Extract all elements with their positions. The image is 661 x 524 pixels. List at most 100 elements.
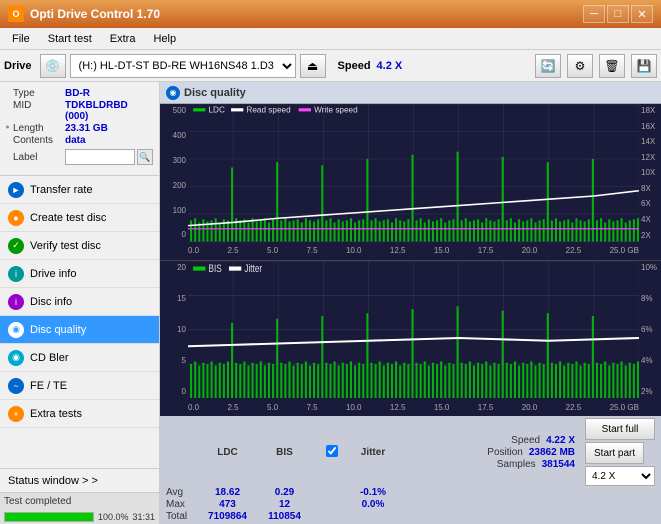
disc-quality-title: Disc quality xyxy=(184,87,246,99)
sidebar-item-create-test-disc[interactable]: ● Create test disc xyxy=(0,204,159,232)
disc-quality-header: ◉ Disc quality xyxy=(160,82,661,104)
sidebar-item-drive-info[interactable]: i Drive info xyxy=(0,260,159,288)
drive-icon-btn[interactable]: 💿 xyxy=(40,54,66,78)
avg-label: Avg xyxy=(166,487,198,498)
menu-file[interactable]: File xyxy=(4,29,38,49)
verify-test-icon: ✓ xyxy=(8,238,24,254)
settings-button[interactable]: ⚙ xyxy=(567,54,593,78)
stats-header-row: LDC BIS Jitter Speed 4.22 X Pos xyxy=(166,418,655,486)
total-row: Total 7109864 110854 xyxy=(166,511,655,522)
speed-val: 4.22 X xyxy=(546,435,575,446)
sidebar-label-drive-info: Drive info xyxy=(30,268,76,280)
sidebar-label-fe-te: FE / TE xyxy=(30,380,67,392)
ldc-xaxis: 0.0 2.5 5.0 7.5 10.0 12.5 15.0 17.5 20.0… xyxy=(188,242,639,260)
fe-te-icon: ~ xyxy=(8,378,24,394)
cd-bler-icon: ◉ xyxy=(8,350,24,366)
avg-bis: 0.29 xyxy=(257,487,312,498)
avg-ldc: 18.62 xyxy=(200,487,255,498)
menu-start-test[interactable]: Start test xyxy=(40,29,100,49)
jitter-checkbox[interactable] xyxy=(326,445,338,457)
drive-info-icon: i xyxy=(8,266,24,282)
app-title: Opti Drive Control 1.70 xyxy=(30,7,160,21)
transfer-rate-icon: ► xyxy=(8,182,24,198)
drive-select[interactable]: (H:) HL-DT-ST BD-RE WH16NS48 1.D3 xyxy=(70,54,296,78)
start-full-button[interactable]: Start full xyxy=(585,418,655,440)
sidebar-item-transfer-rate[interactable]: ► Transfer rate xyxy=(0,176,159,204)
close-button[interactable]: ✕ xyxy=(631,5,653,23)
start-part-button[interactable]: Start part xyxy=(585,442,644,464)
progress-track-container: 100.0% 31:31 xyxy=(0,510,159,524)
disc-info: TypeBD-R MIDTDKBLDRBD (000) Length23.31 … xyxy=(13,88,153,147)
sidebar-item-disc-info[interactable]: i Disc info xyxy=(0,288,159,316)
content-area: ◉ Disc quality 500 400 300 200 100 0 18X xyxy=(160,82,661,524)
save-button[interactable]: 💾 xyxy=(631,54,657,78)
avg-jitter: -0.1% xyxy=(348,487,398,498)
minimize-button[interactable]: ─ xyxy=(583,5,605,23)
disc-label-btn[interactable]: 🔍 xyxy=(137,149,153,165)
disc-mid-val: TDKBLDRBD (000) xyxy=(65,100,153,122)
total-ldc: 7109864 xyxy=(200,511,255,522)
extra-tests-icon: + xyxy=(8,406,24,422)
disc-type-val: BD-R xyxy=(65,88,90,99)
sidebar-item-extra-tests[interactable]: + Extra tests xyxy=(0,400,159,428)
svg-text:Write speed: Write speed xyxy=(314,104,358,114)
disc-contents-val: data xyxy=(65,135,86,146)
app-icon: O xyxy=(8,6,24,22)
status-window-button[interactable]: Status window > > xyxy=(0,468,159,492)
erase-button[interactable]: 🗑 xyxy=(599,54,625,78)
refresh-button[interactable]: 🔄 xyxy=(535,54,561,78)
sidebar-label-verify-test: Verify test disc xyxy=(30,240,101,252)
create-test-icon: ● xyxy=(8,210,24,226)
bis-xaxis: 0.0 2.5 5.0 7.5 10.0 12.5 15.0 17.5 20.0… xyxy=(188,398,639,416)
position-val: 23862 MB xyxy=(529,447,575,458)
disc-info-icon: i xyxy=(8,294,24,310)
sidebar-item-cd-bler[interactable]: ◉ CD Bler xyxy=(0,344,159,372)
sidebar: TypeBD-R MIDTDKBLDRBD (000) Length23.31 … xyxy=(0,82,160,524)
disc-length-val: 23.31 GB xyxy=(65,123,108,134)
eject-button[interactable]: ⏏ xyxy=(300,54,326,78)
sidebar-bottom: Status window > > Test completed 100.0% … xyxy=(0,468,159,524)
col-ldc-header: LDC xyxy=(200,447,255,458)
stats-panel: LDC BIS Jitter Speed 4.22 X Pos xyxy=(160,416,661,524)
ldc-chart: 500 400 300 200 100 0 18X 16X 14X 12X 10… xyxy=(160,104,661,261)
ldc-y-axis-left: 500 400 300 200 100 0 xyxy=(160,104,188,242)
time-label: 31:31 xyxy=(132,512,155,522)
menu-help[interactable]: Help xyxy=(145,29,184,49)
drive-bar: Drive 💿 (H:) HL-DT-ST BD-RE WH16NS48 1.D… xyxy=(0,50,661,82)
main-area: TypeBD-R MIDTDKBLDRBD (000) Length23.31 … xyxy=(0,82,661,524)
disc-quality-header-icon: ◉ xyxy=(166,86,180,100)
sidebar-label-cd-bler: CD Bler xyxy=(30,352,69,364)
speed-dropdown[interactable]: 4.2 X xyxy=(585,466,655,486)
samples-val: 381544 xyxy=(542,459,575,470)
disc-label-input[interactable] xyxy=(65,149,135,165)
sidebar-item-verify-test-disc[interactable]: ✓ Verify test disc xyxy=(0,232,159,260)
bis-y-axis-right: 10% 8% 6% 4% 2% xyxy=(639,261,661,399)
status-text: Test completed xyxy=(4,496,71,507)
disc-panel: TypeBD-R MIDTDKBLDRBD (000) Length23.31 … xyxy=(0,82,159,176)
progress-label: 100.0% xyxy=(98,512,129,522)
bis-y-axis-left: 20 15 10 5 0 xyxy=(160,261,188,399)
title-bar-controls: ─ □ ✕ xyxy=(583,5,653,23)
disc-header: TypeBD-R MIDTDKBLDRBD (000) Length23.31 … xyxy=(6,88,153,165)
sidebar-item-fe-te[interactable]: ~ FE / TE xyxy=(0,372,159,400)
bis-chart-svg: BIS Jitter xyxy=(188,261,639,399)
disc-label-row: Label 🔍 xyxy=(13,149,153,165)
disc-graphic xyxy=(6,113,9,141)
svg-text:LDC: LDC xyxy=(209,104,225,114)
title-bar-left: O Opti Drive Control 1.70 xyxy=(8,6,160,22)
max-ldc: 473 xyxy=(200,499,255,510)
sidebar-item-disc-quality[interactable]: ◉ Disc quality xyxy=(0,316,159,344)
sidebar-label-disc-info: Disc info xyxy=(30,296,72,308)
avg-row: Avg 18.62 0.29 -0.1% xyxy=(166,487,655,498)
max-jitter: 0.0% xyxy=(348,499,398,510)
svg-text:Jitter: Jitter xyxy=(244,262,262,274)
nav-items: ► Transfer rate ● Create test disc ✓ Ver… xyxy=(0,176,159,468)
sidebar-label-disc-quality: Disc quality xyxy=(30,324,86,336)
maximize-button[interactable]: □ xyxy=(607,5,629,23)
max-row: Max 473 12 0.0% xyxy=(166,499,655,510)
menu-extra[interactable]: Extra xyxy=(102,29,144,49)
sidebar-label-transfer-rate: Transfer rate xyxy=(30,184,93,196)
speed-value: 4.2 X xyxy=(377,60,403,72)
speed-info-block: Speed 4.22 X Position 23862 MB Samples 3… xyxy=(487,435,575,470)
ldc-y-axis-right: 18X 16X 14X 12X 10X 8X 6X 4X 2X xyxy=(639,104,661,242)
